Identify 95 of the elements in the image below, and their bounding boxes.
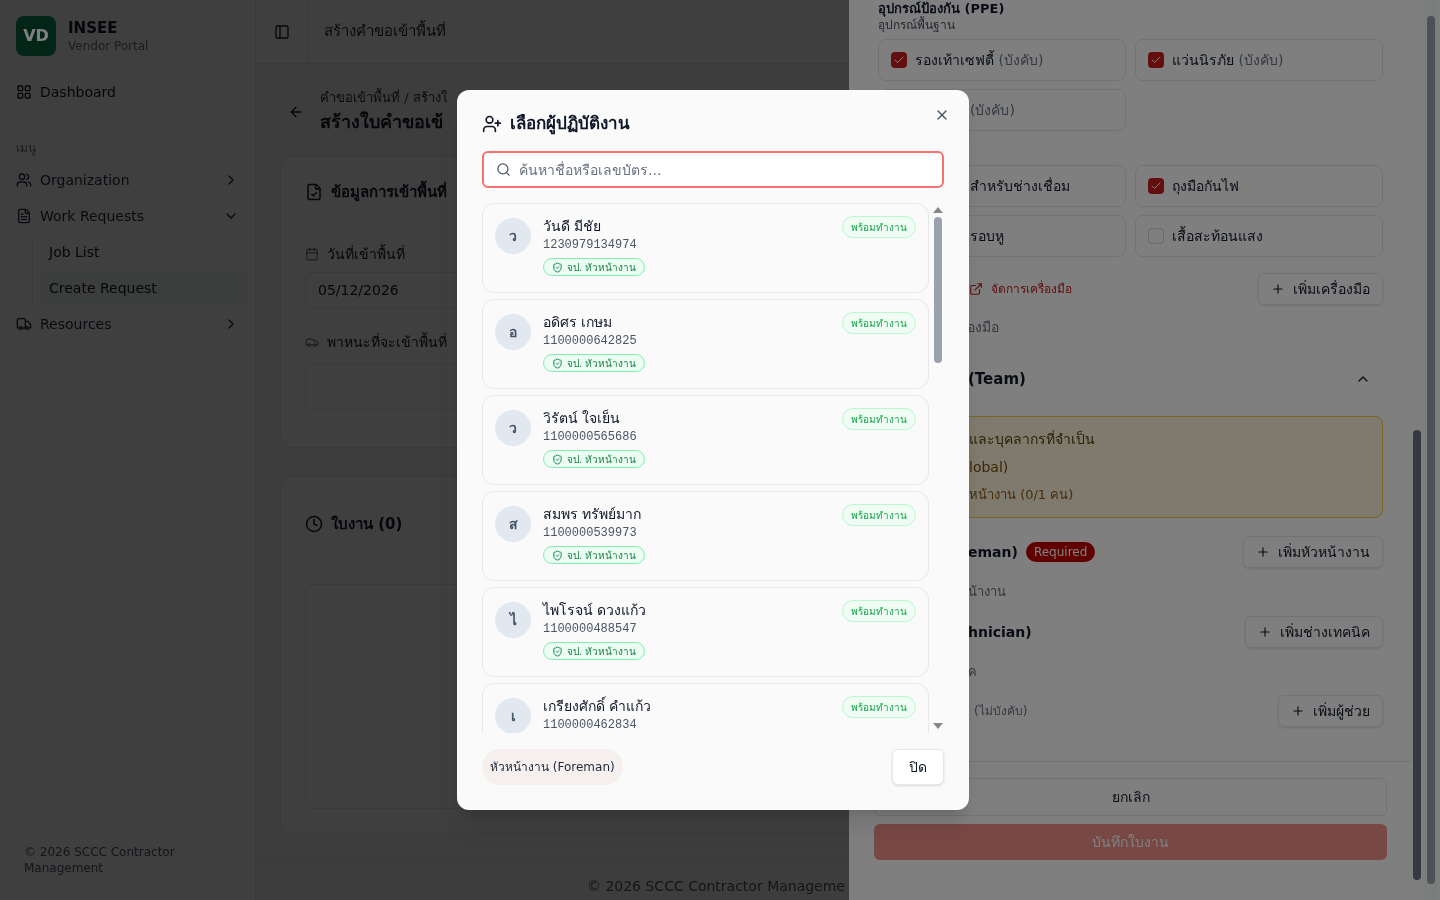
add-member-button[interactable]: เพิ่มหัวหน้างาน xyxy=(1243,536,1383,568)
shield-check-icon xyxy=(552,549,563,561)
status-tag: พร้อมทำงาน xyxy=(842,696,916,718)
plus-icon xyxy=(1271,282,1285,296)
page-title: สร้างใบคำขอเข้ xyxy=(320,109,444,134)
worker-id: 1100000488547 xyxy=(543,621,638,637)
notice-text: หน้างาน (0/1 คน) xyxy=(969,486,1075,505)
worker-id: 1100000462834 xyxy=(543,717,638,733)
check-icon xyxy=(893,54,905,66)
worker-name: เกรียงศักดิ์ คำแก้ว xyxy=(543,696,653,716)
plus-icon xyxy=(1256,545,1270,559)
grid-icon xyxy=(16,84,32,100)
check-icon xyxy=(1150,180,1162,192)
header-title: สร้างคำขอเข้าพื้นที่ xyxy=(323,20,446,43)
logo: VD xyxy=(16,16,56,56)
scroll-up-icon[interactable] xyxy=(933,207,943,213)
add-tool-button[interactable]: เพิ่มเครื่องมือ xyxy=(1258,273,1383,305)
role-tag: จป. หัวหน้างาน xyxy=(543,546,646,564)
required-badge: Required xyxy=(1025,542,1096,562)
add-member-button[interactable]: เพิ่มผู้ช่วย xyxy=(1278,695,1383,727)
worker-name: วันดี มีชัย xyxy=(543,217,603,236)
worker-id: 1100000565686 xyxy=(543,429,638,445)
avatar: ส xyxy=(495,506,531,542)
external-link-icon xyxy=(969,282,983,296)
sidebar-toggle-icon[interactable] xyxy=(273,23,290,40)
card-title: ใบงาน (0) xyxy=(331,514,403,535)
status-tag: พร้อมทำงาน xyxy=(842,216,916,238)
user-plus-icon xyxy=(482,114,502,134)
group-label: อุปกรณ์พื้นฐาน xyxy=(878,17,955,33)
calendar-icon xyxy=(305,246,319,261)
role-tag: จป. หัวหน้างาน xyxy=(543,258,646,276)
shield-check-icon xyxy=(552,645,563,657)
worker-card[interactable]: ส สมพร ทรัพย์มาก 1100000539973 จป. หัวหน้างาน พร้อมทำงาน xyxy=(482,491,929,581)
worker-name: อดิศร เกษม xyxy=(543,313,614,332)
worker-id: 1100000642825 xyxy=(543,333,638,349)
worker-id: 1100000539973 xyxy=(543,525,638,541)
field-label: วันที่เข้าพื้นที่ xyxy=(327,243,405,264)
clock-icon xyxy=(305,515,323,534)
empty-role-text: ค xyxy=(968,662,977,681)
avatar: ว xyxy=(495,410,531,446)
scroll-down-icon[interactable] xyxy=(933,723,943,729)
status-tag: พร้อมทำงาน xyxy=(842,504,916,526)
worker-card[interactable]: ว วิรัตน์ ใจเย็น 1100000565686 จป. หัวหน้างาน พร้อมทำงาน xyxy=(482,395,929,485)
empty-role-text: น้างาน xyxy=(968,583,1006,601)
brand-name: INSEE xyxy=(68,18,119,38)
role-tag: จป. หัวหน้างาน xyxy=(543,450,646,468)
plus-icon xyxy=(1291,704,1305,718)
worker-card[interactable]: เ เกรียงศักดิ์ คำแก้ว 1100000462834 พร้อมทำงาน xyxy=(482,683,929,733)
shield-check-icon xyxy=(552,453,563,465)
filter-chip: หัวหน้างาน (Foreman) xyxy=(482,749,623,785)
empty-tools-text: องมือ xyxy=(967,318,999,337)
worker-card[interactable]: ไ ไพโรจน์ ดวงแก้ว 1100000488547 จป. หัวหน้างาน พร้อมทำงาน xyxy=(482,587,929,677)
field-label: พาหนะที่จะเข้าพื้นที่ xyxy=(327,331,447,352)
ppe-option[interactable]: รองเท้าเซฟตี้ (บังคับ) xyxy=(878,39,1126,81)
worker-card[interactable]: ว วันดี มีชัย 1230979134974 จป. หัวหน้างาน พร้อมทำงาน xyxy=(482,203,929,293)
close-button[interactable]: ปิด xyxy=(892,749,944,785)
manage-tools-link[interactable]: จัดการเครื่องมือ xyxy=(969,281,1072,297)
shield-check-icon xyxy=(552,357,563,369)
avatar: ไ xyxy=(495,602,531,638)
checkbox[interactable] xyxy=(1148,178,1164,194)
check-icon xyxy=(1150,54,1162,66)
dialog-title: เลือกผู้ปฏิบัติงาน xyxy=(510,112,630,137)
checkbox[interactable] xyxy=(891,52,907,68)
worker-name: ไพโรจน์ ดวงแก้ว xyxy=(543,601,648,620)
role-tag: จป. หัวหน้างาน xyxy=(543,642,646,660)
role-title: eman) xyxy=(968,543,1018,562)
role-title: hnician) xyxy=(968,622,1032,642)
status-tag: พร้อมทำงาน xyxy=(842,312,916,334)
plus-icon xyxy=(1258,624,1272,639)
status-tag: พร้อมทำงาน xyxy=(842,408,916,430)
avatar: อ xyxy=(495,314,531,350)
scroll-thumb[interactable] xyxy=(934,217,942,363)
section-title: อุปกรณ์ป้องกัน (PPE) xyxy=(878,1,1006,17)
worker-card[interactable]: อ อดิศร เกษม 1100000642825 จป. หัวหน้างาน พร้อมทำงาน xyxy=(482,299,929,389)
worker-name: สมพร ทรัพย์มาก xyxy=(543,505,643,524)
role-tag: จป. หัวหน้างาน xyxy=(543,354,646,372)
avatar: เ xyxy=(495,698,531,733)
ppe-option[interactable]: แว่นนิรภัย (บังคับ) xyxy=(1135,39,1383,81)
notice-text: lobal) xyxy=(969,458,1010,478)
ppe-option[interactable]: ถุงมือกันไฟ xyxy=(1135,165,1383,207)
search-icon xyxy=(496,162,511,177)
add-member-button[interactable]: เพิ่มช่างเทคนิค xyxy=(1245,615,1383,648)
file-check-icon xyxy=(305,183,323,202)
worker-name: วิรัตน์ ใจเย็น xyxy=(543,408,622,428)
ppe-option[interactable]: เสื้อสะท้อนแสง xyxy=(1135,215,1383,257)
shield-check-icon xyxy=(552,261,563,273)
card-title: ข้อมูลการเข้าพื้นที่ xyxy=(331,181,447,204)
back-icon[interactable] xyxy=(288,104,304,120)
notice-title: และบุคลากรที่จำเป็น xyxy=(969,429,1096,450)
checkbox[interactable] xyxy=(1148,52,1164,68)
worker-id: 1230979134974 xyxy=(543,237,638,253)
status-tag: พร้อมทำงาน xyxy=(842,600,916,622)
avatar: ว xyxy=(495,218,531,254)
search-field[interactable]: ค้นหาชื่อหรือเลขบัตร... xyxy=(482,151,944,188)
role-note: (ไม่บังคับ) xyxy=(973,703,1028,719)
